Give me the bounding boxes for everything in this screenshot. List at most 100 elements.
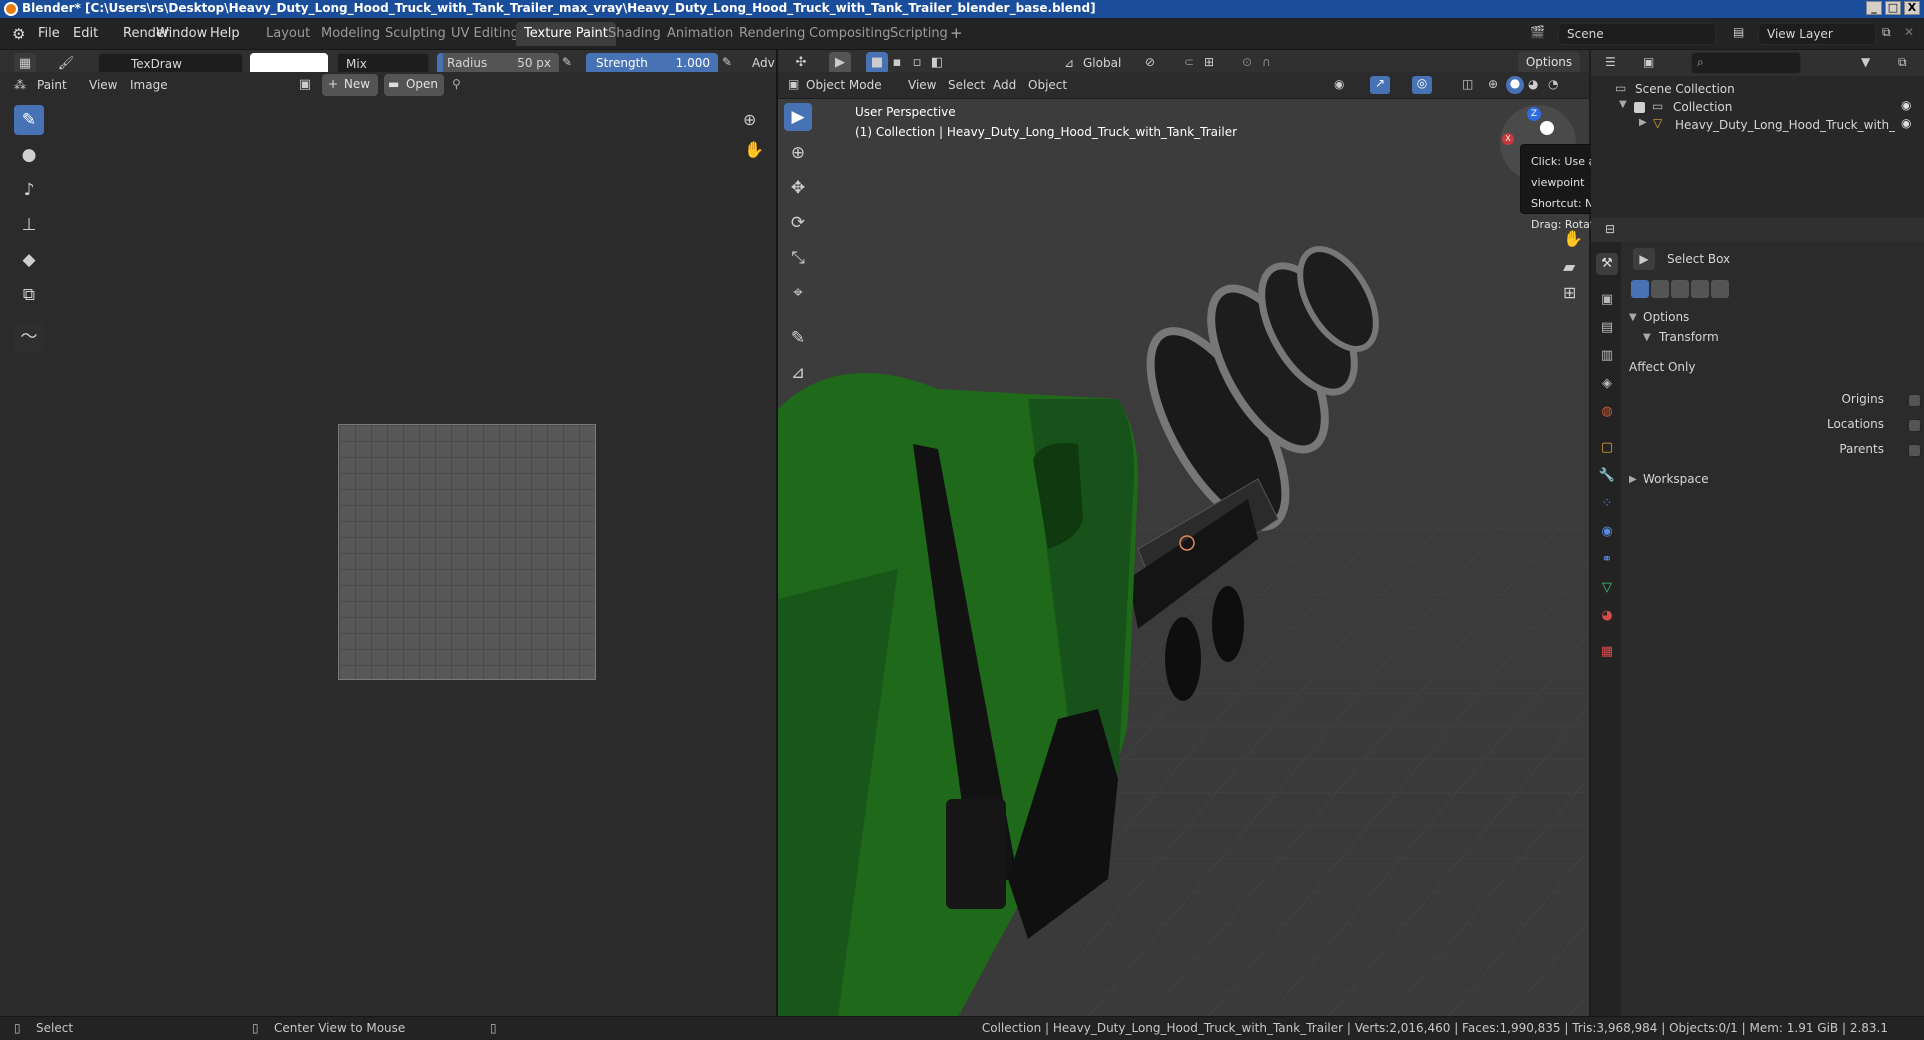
scale-tool-icon[interactable]: ⤡: [784, 244, 812, 272]
mode-subtract-icon[interactable]: [1671, 280, 1689, 298]
cursor-tool-icon[interactable]: ⊕: [784, 139, 812, 167]
pan-hand-icon[interactable]: ✋: [744, 140, 764, 159]
constraints-tab-icon[interactable]: ⚭: [1596, 549, 1618, 571]
visibility-icon[interactable]: ◉: [1334, 77, 1344, 91]
transform-subpanel-title[interactable]: Transform: [1659, 330, 1719, 344]
annotate-viewport-tool-icon[interactable]: ✎: [784, 324, 812, 352]
viewport-editor-type-icon[interactable]: ✣: [790, 52, 812, 74]
outliner-scene-collection[interactable]: Scene Collection: [1635, 82, 1735, 96]
tab-scripting[interactable]: Scripting: [882, 22, 956, 46]
select-mode-new-icon[interactable]: ■: [866, 52, 888, 74]
texture-tab-icon[interactable]: ▦: [1596, 641, 1618, 663]
advanced-panel-label[interactable]: Adv: [752, 56, 775, 70]
locations-checkbox[interactable]: [1908, 419, 1921, 432]
select-mode-extend-icon[interactable]: ▪: [886, 52, 908, 74]
snap-icon[interactable]: ⊂: [1184, 55, 1194, 69]
mode-intersect-icon[interactable]: [1711, 280, 1729, 298]
viewport-menu-object[interactable]: Object: [1028, 78, 1067, 92]
select-box-tool-icon[interactable]: ▶: [784, 103, 812, 131]
wireframe-shading-icon[interactable]: ⊕: [1488, 77, 1498, 91]
fill-tool-icon[interactable]: ◆: [14, 245, 44, 275]
options-expand-icon[interactable]: ▼: [1629, 312, 1637, 323]
select-tool-header-icon[interactable]: ▶: [829, 52, 851, 74]
tab-uv-editing[interactable]: UV Editing: [443, 22, 527, 46]
material-shading-icon[interactable]: ◕: [1528, 77, 1538, 91]
smear-tool-icon[interactable]: ♪: [14, 175, 44, 205]
tab-animation[interactable]: Animation: [659, 22, 741, 46]
view-layer-icon[interactable]: ▤: [1733, 25, 1744, 39]
particles-tab-icon[interactable]: ⁘: [1596, 493, 1618, 515]
scene-tab-icon[interactable]: ◈: [1596, 373, 1618, 395]
maximize-button[interactable]: □: [1885, 1, 1901, 15]
rotate-tool-icon[interactable]: ⟳: [784, 209, 812, 237]
material-tab-icon[interactable]: ◕: [1596, 605, 1618, 627]
remove-view-layer-icon[interactable]: ✕: [1904, 25, 1914, 39]
image-canvas[interactable]: [338, 424, 596, 680]
measure-tool-icon[interactable]: ⊿: [784, 359, 812, 387]
transform-orientation-dropdown[interactable]: Global: [1083, 56, 1121, 70]
gizmo-z-axis[interactable]: Z: [1527, 107, 1541, 121]
scene-icon[interactable]: 🎬: [1530, 25, 1545, 39]
filter-icon[interactable]: ▼: [1861, 55, 1870, 69]
camera-view-icon[interactable]: ▰: [1563, 257, 1575, 276]
3d-viewport[interactable]: ▶ ⊕ ✥ ⟳ ⤡ ⌖ ✎ ⊿ User Perspective (1) Col…: [778, 99, 1589, 1017]
scene-field[interactable]: Scene: [1558, 23, 1716, 45]
output-tab-icon[interactable]: ▤: [1596, 317, 1618, 339]
viewport-menu-select[interactable]: Select: [948, 78, 985, 92]
tool-tab-icon[interactable]: ⚒: [1596, 253, 1618, 275]
paint-mode-dropdown[interactable]: Paint: [37, 78, 67, 92]
gizmo-y-axis[interactable]: [1540, 121, 1554, 135]
menu-file[interactable]: File: [38, 26, 60, 41]
options-panel-title[interactable]: Options: [1643, 310, 1689, 324]
gizmo-x-axis[interactable]: X: [1502, 133, 1514, 145]
modifier-tab-icon[interactable]: 🔧: [1596, 465, 1618, 487]
object-tab-icon[interactable]: ▢: [1596, 437, 1618, 459]
soften-tool-icon[interactable]: ●: [14, 140, 44, 170]
physics-tab-icon[interactable]: ◉: [1596, 521, 1618, 543]
add-workspace-icon[interactable]: +: [950, 24, 963, 42]
minimize-button[interactable]: _: [1866, 1, 1882, 15]
zoom-icon[interactable]: ⊕: [743, 110, 756, 129]
new-collection-icon[interactable]: ⧉: [1898, 55, 1907, 70]
object-visibility-icon[interactable]: ◉: [1901, 116, 1911, 130]
image-browse-icon[interactable]: ▣: [294, 74, 316, 96]
snap-target-icon[interactable]: ⊞: [1204, 55, 1214, 69]
display-mode-icon[interactable]: ▣: [1643, 55, 1654, 69]
select-mode-subtract-icon[interactable]: ▫: [906, 52, 928, 74]
render-tab-icon[interactable]: ▣: [1596, 289, 1618, 311]
world-tab-icon[interactable]: ◍: [1596, 401, 1618, 423]
close-button[interactable]: X: [1904, 1, 1920, 15]
mode-extend-icon[interactable]: [1651, 280, 1669, 298]
strength-pressure-icon[interactable]: ✎: [722, 55, 732, 69]
workspace-expand-icon[interactable]: ▶: [1629, 474, 1637, 485]
mode-difference-icon[interactable]: [1691, 280, 1709, 298]
pin-icon[interactable]: ⚲: [452, 77, 461, 91]
blender-menu-icon[interactable]: ⚙: [12, 25, 25, 43]
falloff-icon[interactable]: ∩: [1262, 55, 1271, 69]
collection-visibility-icon[interactable]: ◉: [1901, 98, 1911, 112]
rendered-shading-icon[interactable]: ◔: [1548, 77, 1558, 91]
new-view-layer-icon[interactable]: ⧉: [1882, 25, 1891, 40]
ortho-toggle-icon[interactable]: ⊞: [1563, 283, 1576, 302]
transform-tool-icon[interactable]: ⌖: [784, 279, 812, 307]
annotate-tool-icon[interactable]: 〜: [14, 322, 44, 352]
solid-shading-icon[interactable]: ●: [1506, 76, 1524, 94]
outliner-object[interactable]: Heavy_Duty_Long_Hood_Truck_with_Tank_T: [1675, 118, 1895, 132]
xray-icon[interactable]: ◫: [1462, 77, 1473, 91]
menu-view[interactable]: View: [89, 78, 117, 92]
viewport-menu-add[interactable]: Add: [993, 78, 1016, 92]
properties-editor-icon[interactable]: ⊟: [1605, 222, 1615, 236]
pivot-icon[interactable]: ⊘: [1145, 55, 1155, 69]
transform-expand-icon[interactable]: ▼: [1643, 332, 1651, 343]
viewport-menu-view[interactable]: View: [908, 78, 936, 92]
menu-edit[interactable]: Edit: [73, 26, 98, 41]
radius-pressure-icon[interactable]: ✎: [562, 55, 572, 69]
clone-tool-icon[interactable]: ⊥: [14, 210, 44, 240]
view-layer-field[interactable]: View Layer: [1758, 23, 1876, 45]
collection-expand-icon[interactable]: ▼: [1619, 99, 1627, 110]
gizmo-toggle-icon[interactable]: ↗: [1370, 76, 1390, 94]
mode-set-icon[interactable]: [1631, 280, 1649, 298]
view-layer-tab-icon[interactable]: ▥: [1596, 345, 1618, 367]
outliner-editor-icon[interactable]: ☰: [1605, 55, 1616, 69]
mask-tool-icon[interactable]: ⧉: [14, 280, 44, 310]
